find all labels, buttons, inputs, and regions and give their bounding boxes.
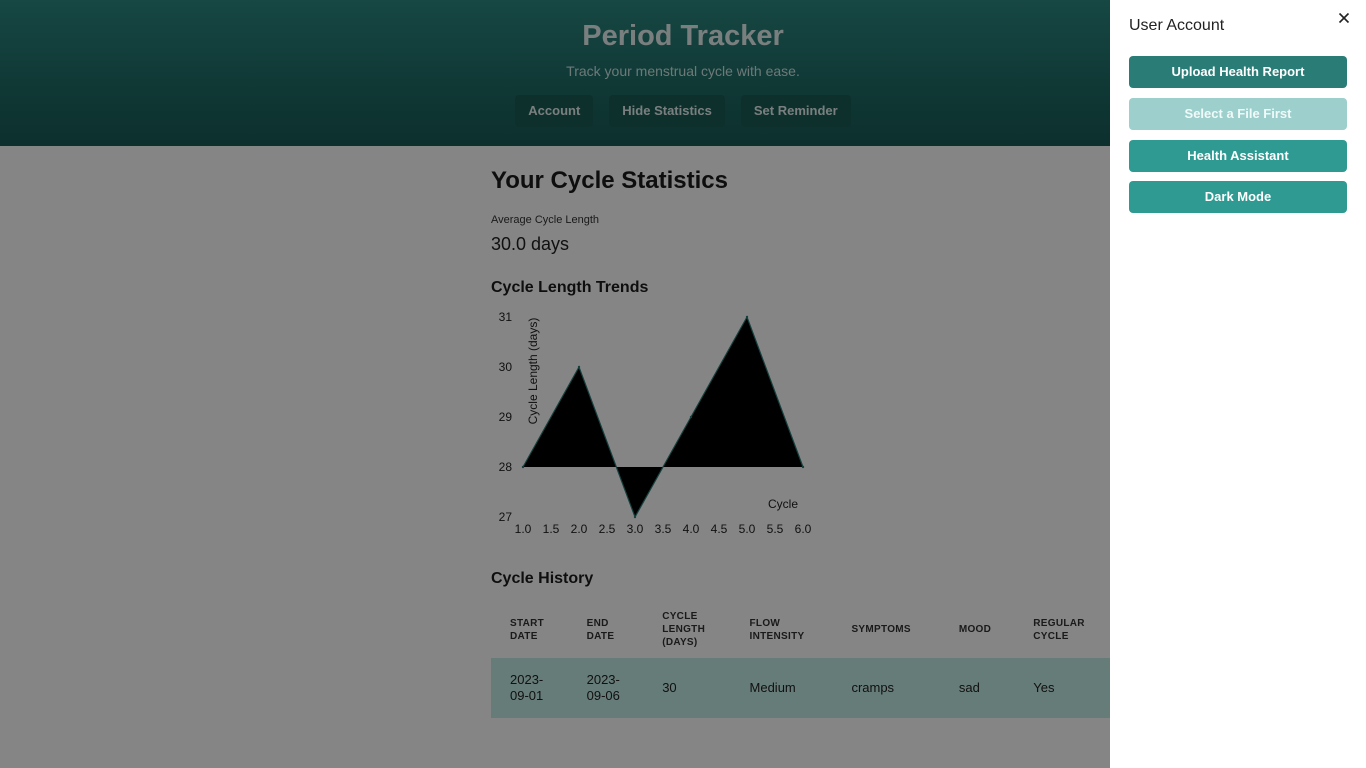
select-file-button: Select a File First: [1129, 98, 1347, 130]
user-account-panel: User Account Upload Health Report Select…: [1110, 0, 1366, 768]
health-assistant-button[interactable]: Health Assistant: [1129, 140, 1347, 172]
close-icon[interactable]: [1336, 10, 1352, 26]
upload-health-report-button[interactable]: Upload Health Report: [1129, 56, 1347, 88]
panel-title: User Account: [1129, 17, 1225, 34]
dark-mode-button[interactable]: Dark Mode: [1129, 181, 1347, 213]
